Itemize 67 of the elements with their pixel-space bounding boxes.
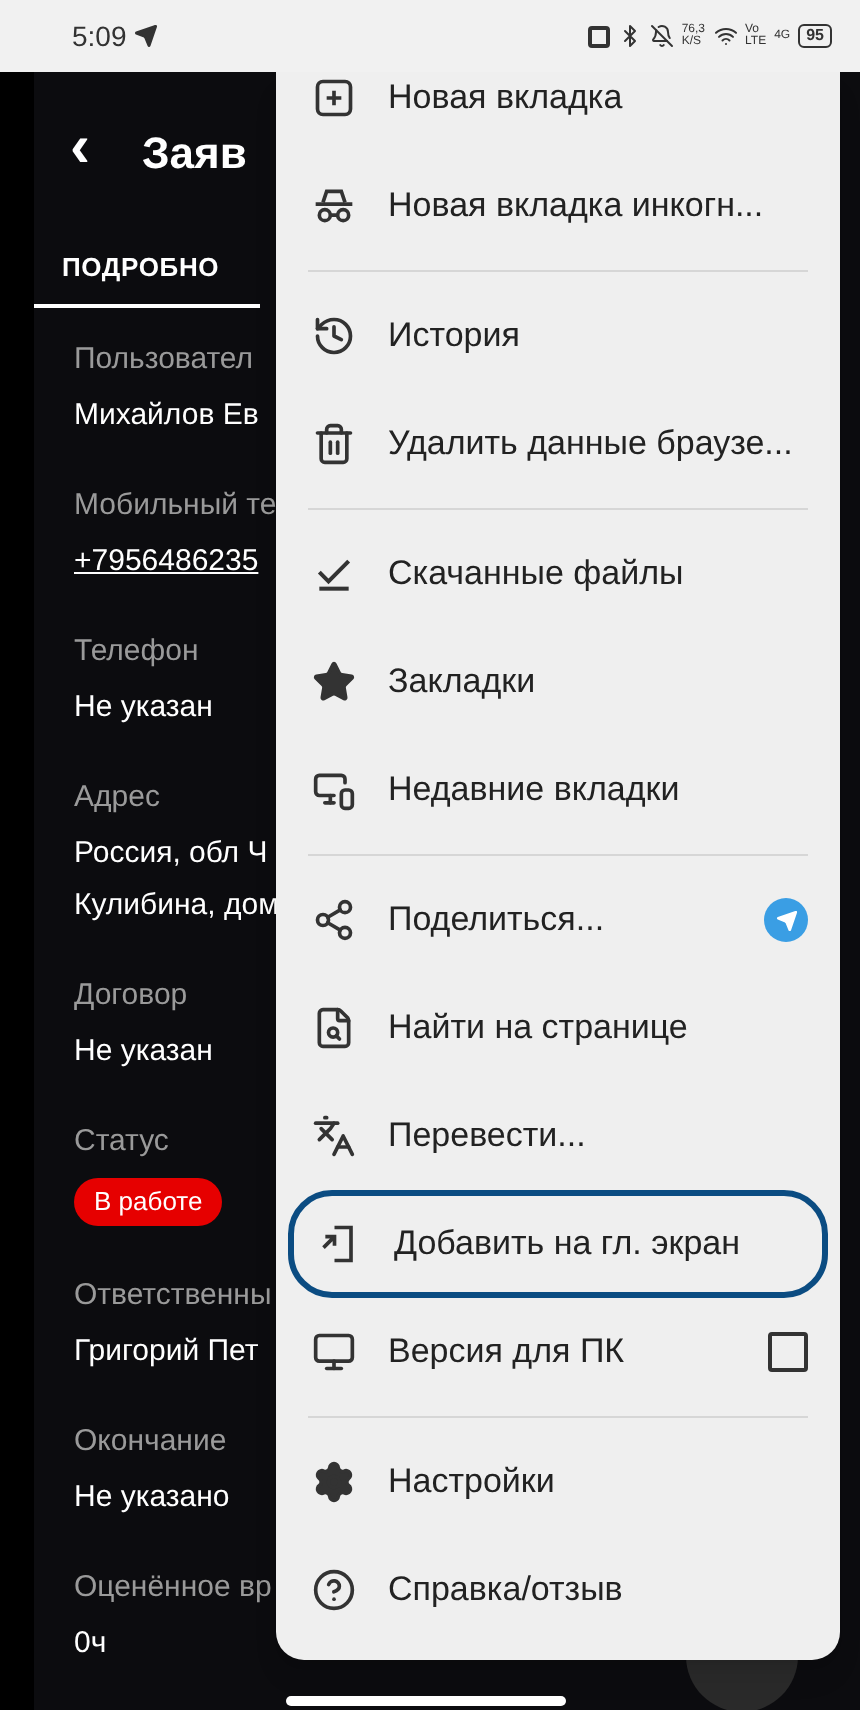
- clock: 5:09: [72, 17, 127, 55]
- field-value: Кулибина, дом: [74, 886, 279, 926]
- field-value: Не указано: [74, 1478, 230, 1518]
- battery-indicator: 95: [798, 24, 832, 48]
- menu-item[interactable]: Версия для ПК: [288, 1298, 828, 1406]
- field-label: Телефон: [74, 632, 199, 672]
- menu-item-label: Справка/отзыв: [388, 1568, 625, 1613]
- translate-icon: [312, 1114, 356, 1158]
- menu-item[interactable]: Недавние вкладки: [288, 736, 828, 844]
- details-tab[interactable]: ПОДРОБНО: [34, 232, 260, 308]
- field-value: Россия, обл Ч: [74, 834, 268, 874]
- menu-item-label: Поделиться...: [388, 898, 607, 943]
- menu-item-label: Найти на странице: [388, 1006, 690, 1051]
- menu-item-label: Скачанные файлы: [388, 552, 686, 597]
- share-icon: [312, 898, 356, 942]
- menu-item[interactable]: Закладки: [288, 628, 828, 736]
- field-label: Статус: [74, 1122, 169, 1162]
- field-label: Окончание: [74, 1422, 227, 1462]
- field-label: Адрес: [74, 778, 160, 818]
- back-button[interactable]: ‹: [70, 118, 90, 178]
- send-icon: [134, 24, 159, 48]
- field-value: Михайлов Ев: [74, 396, 259, 436]
- phone-link[interactable]: +7956486235: [74, 542, 259, 582]
- status-badge: В работе: [74, 1178, 223, 1226]
- star-icon: [312, 660, 356, 704]
- menu-item-label: Удалить данные браузе...: [388, 422, 795, 467]
- menu-item[interactable]: Новая вкладка: [288, 72, 828, 152]
- hat-glasses-icon: [312, 184, 356, 228]
- find-in-page-icon: [312, 1006, 356, 1050]
- new-tab-icon: [312, 76, 356, 120]
- menu-item[interactable]: Новая вкладка инкогн...: [288, 152, 828, 260]
- field-value: Не указан: [74, 688, 213, 728]
- bell-off-icon: [649, 24, 674, 48]
- menu-item-label: Недавние вкладки: [388, 768, 682, 813]
- menu-item[interactable]: Настройки: [288, 1428, 828, 1536]
- devices-icon: [312, 768, 356, 812]
- trash-icon: [312, 422, 356, 466]
- help-icon: [312, 1568, 356, 1612]
- menu-item[interactable]: Добавить на гл. экран: [288, 1190, 828, 1298]
- checkbox[interactable]: [768, 1332, 808, 1372]
- menu-item[interactable]: Поделиться...: [288, 866, 828, 974]
- menu-item-label: Настройки: [388, 1460, 557, 1505]
- menu-item[interactable]: Справка/отзыв: [288, 1536, 828, 1644]
- menu-item[interactable]: Удалить данные браузе...: [288, 390, 828, 498]
- field-label: Пользовател: [74, 340, 254, 380]
- menu-item-label: Закладки: [388, 660, 538, 705]
- field-value: Григорий Пет: [74, 1332, 259, 1372]
- menu-item-label: Новая вкладка: [388, 76, 625, 121]
- field-value: 0ч: [74, 1624, 107, 1664]
- field-label: Договор: [74, 976, 188, 1016]
- monitor-icon: [312, 1330, 356, 1374]
- field-label: Ответственны: [74, 1276, 272, 1316]
- field-label: Оценённое вр: [74, 1568, 272, 1608]
- menu-item-label: Новая вкладка инкогн...: [388, 184, 766, 229]
- screen-title: Заяв: [142, 125, 247, 181]
- menu-item-label: Версия для ПК: [388, 1330, 627, 1375]
- menu-item-label: Перевести...: [388, 1114, 588, 1159]
- history-icon: [312, 314, 356, 358]
- menu-item[interactable]: Найти на странице: [288, 974, 828, 1082]
- menu-item-label: История: [388, 314, 522, 359]
- field-label: Мобильный те: [74, 486, 277, 526]
- menu-item[interactable]: Скачанные файлы: [288, 520, 828, 628]
- menu-item[interactable]: Перевести...: [288, 1082, 828, 1190]
- menu-item[interactable]: История: [288, 282, 828, 390]
- telegram-icon: [764, 898, 808, 942]
- field-value: Не указан: [74, 1032, 213, 1072]
- menu-item-label: Добавить на гл. экран: [394, 1222, 743, 1267]
